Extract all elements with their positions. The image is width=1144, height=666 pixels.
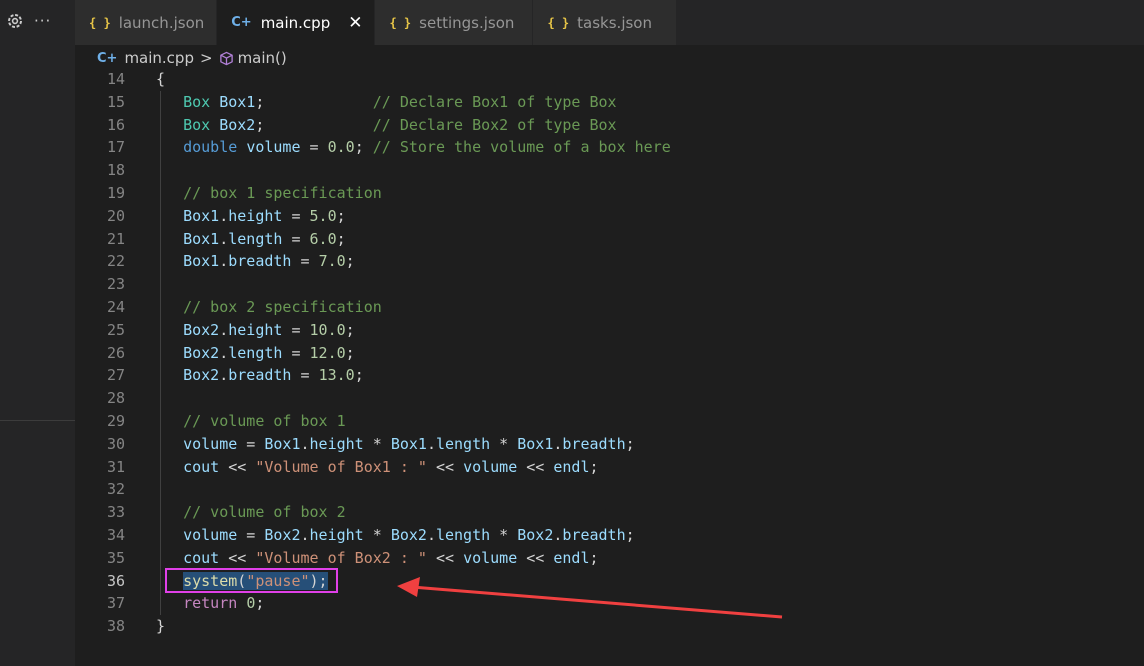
annotation-arrow <box>397 577 783 619</box>
arrow-head <box>397 577 420 597</box>
arrow-shaft <box>411 585 783 619</box>
